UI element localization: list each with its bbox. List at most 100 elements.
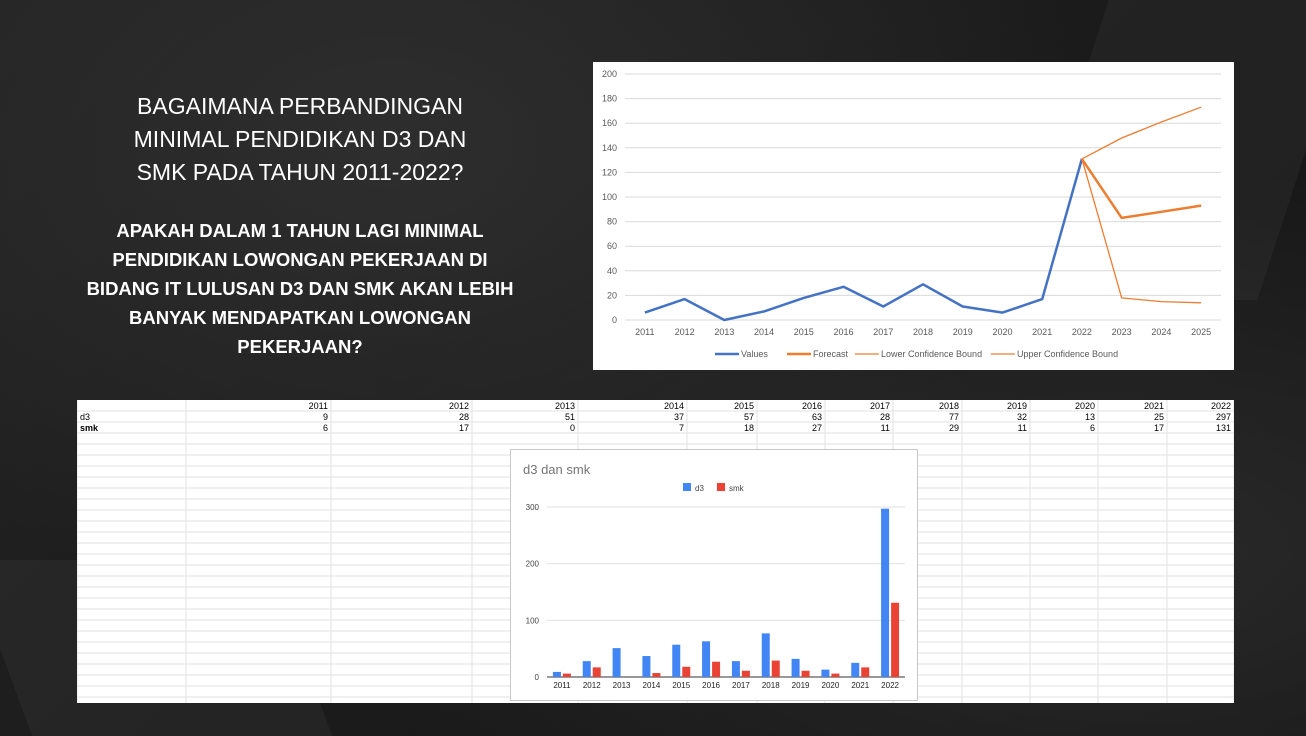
y-tick-label: 200 — [526, 560, 540, 569]
x-tick-label: 2025 — [1191, 327, 1211, 337]
x-tick-label: 2018 — [913, 327, 933, 337]
bar-smk-2014 — [652, 673, 661, 677]
bar-d3-2016 — [702, 641, 711, 677]
y-tick-label: 160 — [602, 118, 617, 128]
y-tick-label: 0 — [535, 673, 540, 682]
y-tick-label: 100 — [526, 616, 540, 625]
bar-chart: d3 dan smk 0 100 200 300 2011 2012 2013 2014 2015… — [523, 462, 905, 690]
bar-d3-2020 — [821, 669, 830, 677]
x-tick-label: 2019 — [953, 327, 973, 337]
x-tick-label: 2023 — [1112, 327, 1132, 337]
bar-smk-2022 — [891, 602, 900, 677]
x-tick-label: 2014 — [643, 681, 661, 690]
y-tick-label: 200 — [602, 69, 617, 79]
x-tick-label: 2020 — [992, 327, 1012, 337]
column-header: 2016 — [802, 401, 822, 411]
x-tick-label: 2012 — [583, 681, 601, 690]
bar-d3-2012 — [582, 661, 591, 677]
y-tick-label: 0 — [612, 315, 617, 325]
bar-d3-2018 — [761, 633, 770, 677]
legend-label: Upper Confidence Bound — [1017, 349, 1118, 359]
x-tick-label: 2015 — [794, 327, 814, 337]
bar-d3-2014 — [642, 656, 651, 677]
table-cell: 29 — [949, 423, 959, 433]
table-cell: 27 — [812, 423, 822, 433]
table-cell: 11 — [881, 423, 890, 433]
legend-label: Forecast — [813, 349, 849, 359]
y-tick-label: 120 — [602, 167, 617, 177]
column-header: 2011 — [309, 401, 328, 411]
bar-smk-2021 — [861, 667, 870, 677]
legend-label: Values — [741, 349, 768, 359]
x-tick-label: 2013 — [613, 681, 631, 690]
y-tick-label: 300 — [526, 503, 540, 512]
bar-smk-2015 — [682, 666, 691, 677]
table-cell: 0 — [570, 423, 575, 433]
table-cell: 28 — [880, 412, 890, 422]
y-tick-label: 100 — [602, 192, 617, 202]
x-tick-label: 2011 — [553, 681, 571, 690]
x-tick-label: 2018 — [762, 681, 780, 690]
series-line-upper-confidence-bound — [1081, 106, 1202, 160]
column-header: 2013 — [555, 401, 575, 411]
legend-label: Lower Confidence Bound — [881, 349, 982, 359]
bar-smk-2011 — [562, 673, 571, 677]
x-tick-label: 2021 — [851, 681, 869, 690]
forecast-chart: 0 20 40 60 80 100 120 140 160 180 200 2011 2012 2013 2… — [602, 69, 1221, 359]
table-cell: 6 — [1090, 423, 1095, 433]
table-cell: 57 — [744, 412, 754, 422]
question-subtitle: APAKAH DALAM 1 TAHUN LAGI MINIMAL PENDID… — [86, 220, 514, 357]
table-cell: 63 — [812, 412, 822, 422]
column-header: 2015 — [734, 401, 754, 411]
x-tick-label: 2017 — [732, 681, 750, 690]
y-tick-label: 60 — [607, 241, 617, 251]
legend-label: smk — [729, 484, 745, 493]
table-cell: 297 — [1216, 412, 1231, 422]
column-header: 2018 — [939, 401, 959, 411]
table-cell: 6 — [323, 423, 328, 433]
y-tick-label: 20 — [607, 290, 617, 300]
bar-d3-2021 — [851, 662, 860, 677]
table-cell: 25 — [1154, 412, 1164, 422]
x-tick-label: 2024 — [1151, 327, 1171, 337]
bar-smk-2019 — [801, 670, 810, 677]
column-header: 2021 — [1144, 401, 1164, 411]
bar-d3-2015 — [672, 644, 681, 677]
column-header: 2022 — [1211, 401, 1231, 411]
bar-d3-2013 — [612, 648, 621, 677]
bar-smk-2016 — [712, 661, 721, 677]
x-tick-label: 2013 — [714, 327, 734, 337]
x-tick-label: 2020 — [822, 681, 840, 690]
chart-title: d3 dan smk — [523, 462, 591, 477]
bar-d3-2017 — [731, 661, 740, 677]
column-header: 2012 — [449, 401, 469, 411]
forecast-chart-panel: 0 20 40 60 80 100 120 140 160 180 200 2011 2012 2013 2… — [593, 62, 1234, 370]
table-cell: 37 — [674, 412, 684, 422]
table-cell: 17 — [1154, 423, 1164, 433]
x-tick-label: 2016 — [834, 327, 854, 337]
table-cell: 77 — [949, 412, 959, 422]
table-cell: 51 — [565, 412, 575, 422]
legend-swatch — [683, 483, 691, 491]
x-tick-label: 2011 — [635, 327, 654, 337]
bar-chart-panel: d3 dan smk 0 100 200 300 2011 2012 2013 2014 2015… — [510, 449, 918, 701]
bar-d3-2022 — [881, 508, 890, 677]
x-tick-label: 2019 — [792, 681, 810, 690]
bar-smk-2012 — [592, 667, 601, 677]
column-header: 2019 — [1007, 401, 1027, 411]
bar-smk-2017 — [741, 670, 750, 677]
table-cell: 7 — [679, 423, 684, 433]
bar-smk-2018 — [771, 660, 780, 677]
table-cell: 131 — [1216, 423, 1231, 433]
bar-d3-2011 — [552, 671, 561, 677]
x-tick-label: 2012 — [675, 327, 695, 337]
x-tick-label: 2017 — [873, 327, 893, 337]
legend-label: d3 — [695, 484, 704, 493]
x-tick-label: 2021 — [1032, 327, 1052, 337]
y-tick-label: 80 — [607, 217, 617, 227]
column-header: 2020 — [1075, 401, 1095, 411]
x-tick-label: 2022 — [1072, 327, 1092, 337]
question-title: BAGAIMANA PERBANDINGAN MINIMAL PENDIDIKA… — [133, 93, 467, 185]
column-header: 2017 — [870, 401, 890, 411]
table-cell: 28 — [459, 412, 469, 422]
